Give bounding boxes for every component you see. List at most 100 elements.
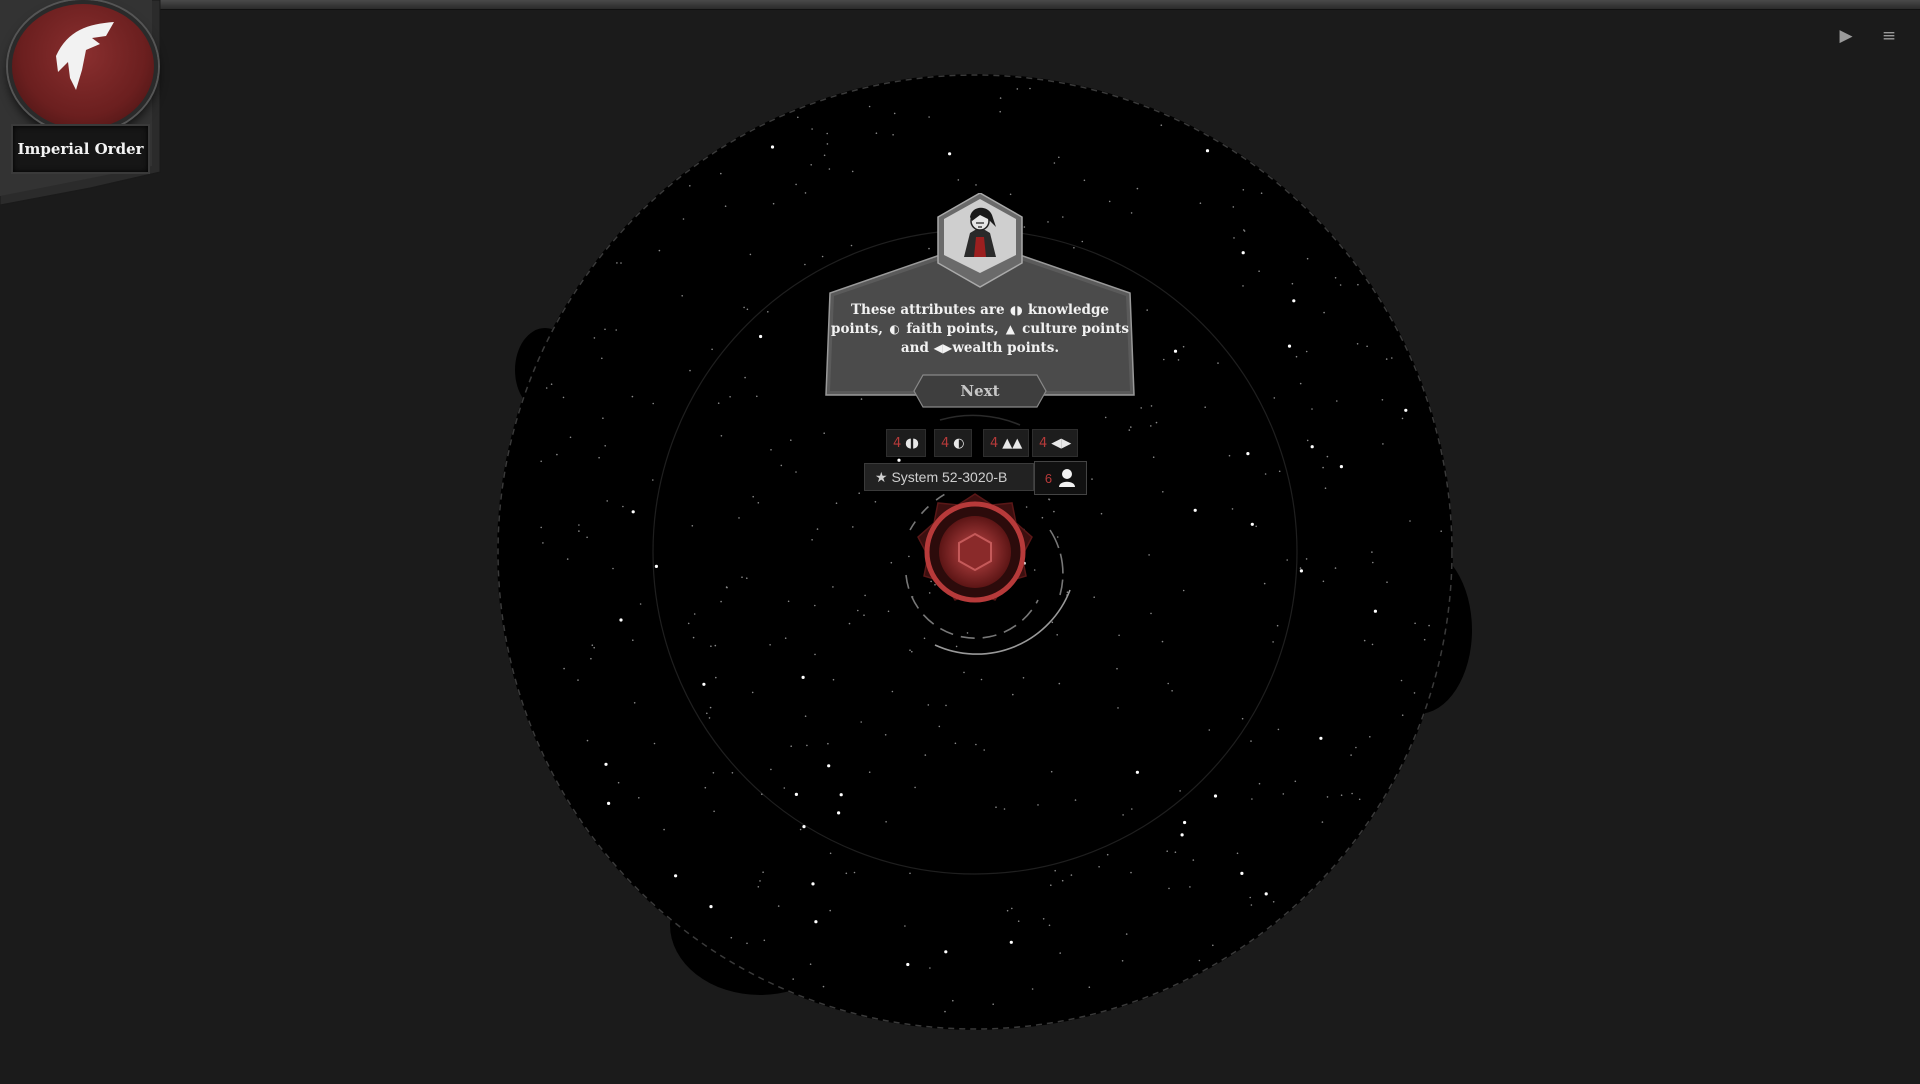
star: [1286, 559, 1288, 561]
star: [1241, 251, 1245, 255]
star: [874, 501, 877, 503]
star: [710, 645, 712, 647]
star: [1401, 714, 1404, 716]
star: [1121, 960, 1124, 962]
star: [928, 592, 931, 594]
star: [811, 882, 815, 886]
faith-icon: ◐: [889, 322, 900, 336]
star: [1423, 638, 1426, 641]
star: [729, 396, 731, 398]
population-box[interactable]: 6: [1034, 461, 1087, 495]
star: [1306, 257, 1309, 260]
star: [715, 676, 717, 679]
play-icon[interactable]: ▶: [1834, 24, 1858, 48]
star: [792, 978, 794, 980]
star: [1212, 944, 1214, 947]
star: [1249, 896, 1251, 899]
star: [1088, 986, 1091, 988]
star: [1183, 820, 1187, 825]
star: [1232, 206, 1235, 208]
star: [837, 811, 841, 815]
star: [706, 712, 708, 715]
tutorial-dialog: These attributes are ◖◗ knowledge points…: [818, 193, 1142, 415]
star: [652, 479, 654, 481]
star: [1334, 277, 1337, 279]
tutorial-text-part: These attributes are: [850, 302, 1005, 318]
star: [1400, 679, 1403, 682]
star: [954, 742, 957, 745]
star: [1311, 408, 1313, 410]
tutorial-text-part: points.: [1007, 340, 1060, 356]
star: [999, 110, 1001, 113]
population-icon: [1059, 469, 1076, 487]
next-button-label: Next: [960, 382, 1000, 400]
star: [1130, 871, 1132, 874]
star: [1177, 359, 1180, 361]
star: [1240, 871, 1244, 876]
star: [783, 787, 786, 789]
star: [1130, 426, 1132, 428]
next-button[interactable]: Next: [913, 374, 1047, 408]
star: [1042, 918, 1045, 920]
star: [590, 657, 592, 660]
attribute-faith[interactable]: 4 ◐: [934, 429, 972, 457]
star: [1340, 794, 1343, 796]
star: [1292, 299, 1296, 303]
star: [1012, 693, 1014, 696]
attribute-knowledge[interactable]: 4 ◖◗: [886, 429, 926, 457]
star: [757, 502, 760, 504]
star: [923, 637, 926, 640]
star: [1205, 149, 1210, 153]
attribute-culture[interactable]: 4 ▲▲: [983, 429, 1030, 457]
menu-icon[interactable]: ≡: [1877, 24, 1901, 48]
faction-emblem[interactable]: [8, 0, 158, 133]
star: [839, 793, 843, 797]
star: [980, 678, 983, 681]
star: [1204, 406, 1206, 409]
star: [743, 306, 745, 309]
star: [633, 702, 636, 704]
star: [689, 369, 691, 372]
star: [1163, 358, 1165, 361]
star: [1053, 162, 1056, 164]
star: [1083, 179, 1086, 182]
faction-panel[interactable]: Imperial Order: [0, 0, 165, 205]
star: [1351, 792, 1353, 795]
star: [1228, 454, 1231, 457]
knowledge-icon: ◖◗: [1010, 303, 1023, 317]
star: [884, 734, 887, 736]
star: [762, 871, 764, 873]
star: [1199, 202, 1202, 204]
star: [799, 828, 802, 831]
star: [741, 576, 743, 578]
tutorial-text-part: faith points,: [906, 321, 999, 337]
star: [1326, 455, 1329, 458]
star: [1264, 473, 1267, 475]
star: [1198, 959, 1201, 962]
star: [562, 396, 565, 399]
star: [823, 432, 825, 435]
star: [1250, 904, 1253, 906]
star: [914, 786, 916, 789]
star: [1189, 886, 1191, 888]
star: [1091, 478, 1093, 480]
star: [1146, 309, 1148, 311]
star: [1017, 920, 1020, 922]
star: [929, 967, 931, 969]
star: [556, 453, 558, 456]
galaxy-map-canvas[interactable]: [0, 0, 1920, 1080]
attribute-wealth[interactable]: 4 ◀▶: [1032, 429, 1079, 457]
star: [1324, 487, 1327, 490]
star: [804, 263, 806, 266]
star: [550, 383, 553, 386]
galaxy-map[interactable]: [0, 0, 1920, 1080]
star: [1233, 237, 1235, 239]
star: [1382, 443, 1384, 445]
star: [1173, 349, 1178, 353]
star: [1299, 567, 1302, 569]
star: [934, 584, 936, 586]
star: [632, 639, 634, 641]
star: [845, 872, 848, 875]
system-name-label[interactable]: ★ System 52-3020-B: [864, 463, 1034, 491]
star: [772, 202, 775, 205]
